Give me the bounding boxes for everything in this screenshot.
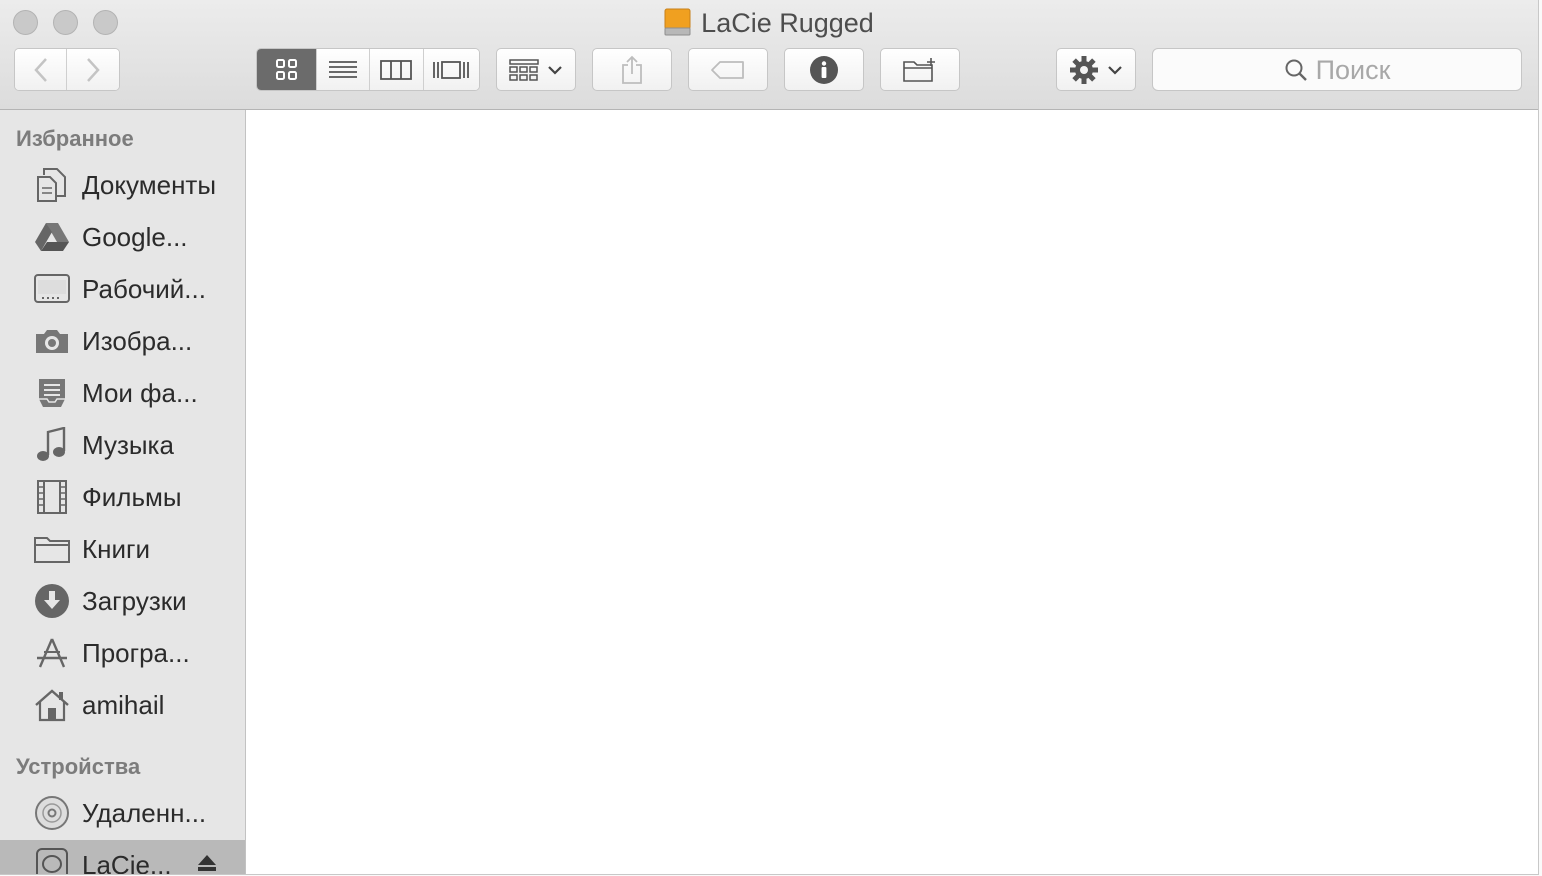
sidebar-item-label: Фильмы bbox=[82, 481, 182, 512]
favorites-header: Избранное bbox=[16, 126, 134, 151]
finder-window: LaCie Rugged Поиск Избранное Документы G… bbox=[0, 0, 1539, 875]
column-view-icon bbox=[380, 59, 413, 80]
chevron-left-icon bbox=[33, 57, 47, 82]
external-drive-icon bbox=[32, 845, 72, 874]
sidebar-item-label: Документы bbox=[82, 169, 217, 200]
sidebar-item-applications[interactable]: Програ... bbox=[0, 628, 245, 678]
gear-icon bbox=[1070, 55, 1098, 84]
share-icon bbox=[622, 55, 642, 84]
all-my-files-icon bbox=[32, 373, 72, 413]
sidebar-item-desktop[interactable]: Рабочий... bbox=[0, 264, 245, 314]
icon-view-button[interactable] bbox=[257, 49, 318, 90]
new-folder-icon bbox=[903, 57, 935, 82]
sidebar-item-pictures[interactable]: Изобра... bbox=[0, 316, 245, 366]
file-browser-area[interactable] bbox=[246, 110, 1538, 874]
cover-flow-view-button[interactable] bbox=[423, 49, 479, 90]
new-folder-button[interactable] bbox=[880, 48, 960, 91]
toolbar: LaCie Rugged Поиск bbox=[0, 0, 1538, 110]
sidebar-item-label: Загрузки bbox=[82, 585, 187, 616]
window-title: LaCie Rugged bbox=[0, 6, 1538, 40]
sidebar-item-google-drive[interactable]: Google... bbox=[0, 212, 245, 262]
desktop-icon bbox=[32, 269, 72, 309]
sidebar-item-label: Програ... bbox=[82, 637, 190, 668]
sidebar-item-label: Книги bbox=[82, 533, 151, 564]
sidebar-item-remote-disc[interactable]: Удаленн... bbox=[0, 788, 245, 838]
google-drive-icon bbox=[32, 217, 72, 257]
camera-icon bbox=[32, 321, 72, 361]
sidebar-item-lacie[interactable]: LaCie... bbox=[0, 840, 245, 875]
sidebar-item-label: Мои фа... bbox=[82, 377, 198, 408]
remote-disc-icon bbox=[32, 793, 72, 833]
search-placeholder: Поиск bbox=[1315, 54, 1391, 85]
action-button[interactable] bbox=[1056, 48, 1136, 91]
cover-flow-icon bbox=[433, 60, 470, 79]
sidebar-item-books[interactable]: Книги bbox=[0, 524, 245, 574]
icon-view-icon bbox=[275, 58, 297, 80]
applications-icon bbox=[32, 633, 72, 673]
sidebar-item-label: Рабочий... bbox=[82, 273, 206, 304]
sidebar-item-label: Изобра... bbox=[82, 325, 193, 356]
search-field[interactable]: Поиск bbox=[1152, 48, 1522, 91]
info-icon bbox=[810, 55, 838, 84]
tags-button[interactable] bbox=[688, 48, 768, 91]
sidebar-item-music[interactable]: Музыка bbox=[0, 420, 245, 470]
folder-icon bbox=[32, 529, 72, 569]
column-view-button[interactable] bbox=[369, 49, 424, 90]
forward-button[interactable] bbox=[67, 49, 119, 90]
list-view-button[interactable] bbox=[317, 49, 370, 90]
view-mode-segment bbox=[256, 48, 480, 91]
sidebar-item-label: Удаленн... bbox=[82, 797, 207, 828]
sidebar-item-movies[interactable]: Фильмы bbox=[0, 472, 245, 522]
sidebar-item-label: LaCie... bbox=[82, 849, 172, 875]
navigation-buttons bbox=[14, 48, 120, 91]
tag-icon bbox=[711, 60, 744, 79]
arrange-icon bbox=[509, 58, 539, 81]
home-icon bbox=[32, 685, 72, 725]
share-button[interactable] bbox=[592, 48, 672, 91]
chevron-down-icon bbox=[1108, 65, 1122, 75]
sidebar-item-all-my-files[interactable]: Мои фа... bbox=[0, 368, 245, 418]
sidebar-item-downloads[interactable]: Загрузки bbox=[0, 576, 245, 626]
search-icon bbox=[1285, 59, 1307, 81]
chevron-down-icon bbox=[548, 65, 562, 75]
music-icon bbox=[32, 425, 72, 465]
documents-icon bbox=[32, 165, 72, 205]
get-info-button[interactable] bbox=[784, 48, 864, 91]
sidebar: Избранное Документы Google... Рабочий...… bbox=[0, 110, 246, 875]
drive-icon bbox=[664, 8, 691, 36]
devices-header: Устройства bbox=[16, 754, 141, 779]
window-title-text: LaCie Rugged bbox=[701, 8, 874, 38]
downloads-icon bbox=[32, 581, 72, 621]
sidebar-item-label: Google... bbox=[82, 221, 188, 252]
film-icon bbox=[32, 477, 72, 517]
eject-icon[interactable] bbox=[197, 854, 217, 874]
back-button[interactable] bbox=[15, 49, 68, 90]
sidebar-item-label: Музыка bbox=[82, 429, 174, 460]
arrange-button[interactable] bbox=[496, 48, 576, 91]
list-view-icon bbox=[329, 60, 358, 78]
chevron-right-icon bbox=[87, 57, 100, 82]
sidebar-item-documents[interactable]: Документы bbox=[0, 160, 245, 210]
sidebar-item-home[interactable]: amihail bbox=[0, 680, 245, 730]
sidebar-item-label: amihail bbox=[82, 689, 165, 720]
